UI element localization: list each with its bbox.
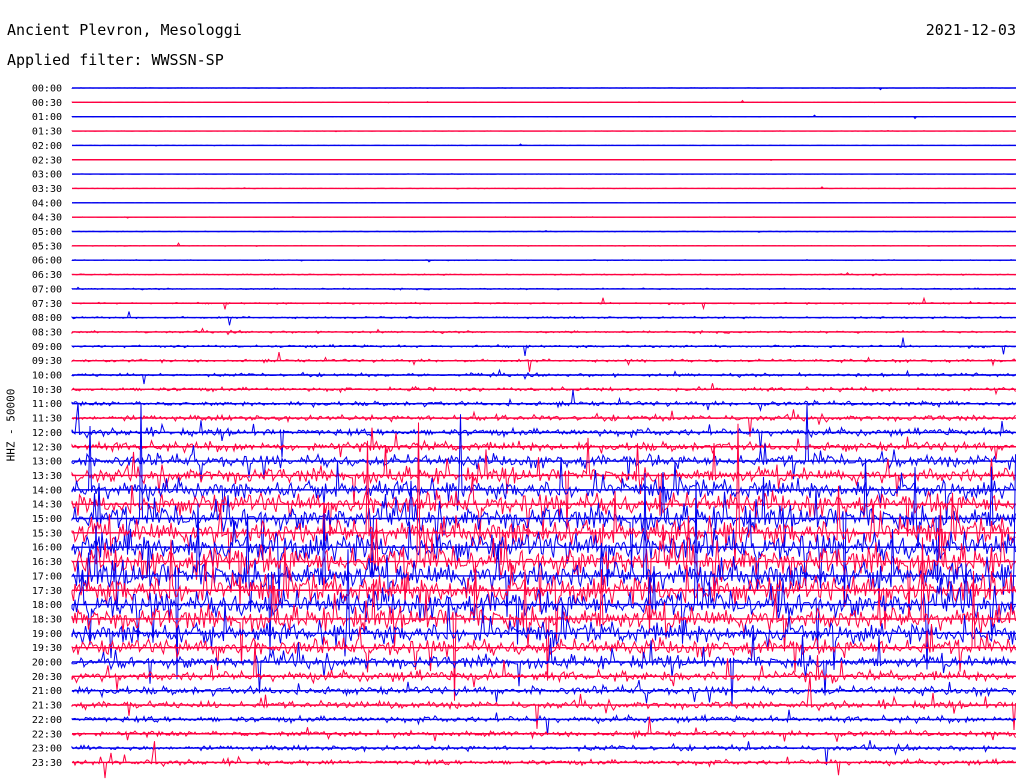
time-tick-label: 15:00 bbox=[32, 514, 62, 525]
time-tick-label: 17:30 bbox=[32, 586, 62, 597]
seismic-trace bbox=[71, 216, 1016, 219]
time-tick-label: 08:30 bbox=[32, 327, 62, 338]
time-tick-label: 01:30 bbox=[32, 127, 62, 138]
time-tick-label: 14:30 bbox=[32, 500, 62, 511]
time-tick-label: 21:30 bbox=[32, 701, 62, 712]
time-tick-label: 07:00 bbox=[32, 284, 62, 295]
seismic-trace bbox=[71, 403, 1016, 480]
time-tick-label: 20:00 bbox=[32, 658, 62, 669]
time-tick-label: 22:00 bbox=[32, 715, 62, 726]
time-tick-label: 09:00 bbox=[32, 342, 62, 353]
time-tick-label: 00:00 bbox=[32, 84, 62, 95]
time-tick-label: 12:00 bbox=[32, 428, 62, 439]
time-tick-label: 17:00 bbox=[32, 571, 62, 582]
time-tick-label: 13:30 bbox=[32, 471, 62, 482]
time-tick-label: 23:30 bbox=[32, 758, 62, 769]
time-tick-label: 19:00 bbox=[32, 629, 62, 640]
time-tick-label: 04:30 bbox=[32, 213, 62, 224]
time-tick-label: 05:00 bbox=[32, 227, 62, 238]
time-tick-label: 18:30 bbox=[32, 614, 62, 625]
time-tick-label: 02:00 bbox=[32, 141, 62, 152]
seismic-trace bbox=[71, 675, 1016, 731]
seismic-trace bbox=[71, 242, 1016, 247]
time-tick-label: 15:30 bbox=[32, 528, 62, 539]
time-tick-label: 22:30 bbox=[32, 729, 62, 740]
time-tick-labels: 00:00 00:30 01:00 01:30 02:00 02:30 03:00 03:30… bbox=[32, 84, 62, 769]
time-tick-label: 09:30 bbox=[32, 356, 62, 367]
time-tick-label: 05:30 bbox=[32, 241, 62, 252]
seismic-trace bbox=[71, 173, 1016, 175]
seismic-trace bbox=[71, 389, 1016, 412]
time-tick-label: 06:30 bbox=[32, 270, 62, 281]
seismic-trace bbox=[71, 709, 1016, 735]
time-tick-label: 16:30 bbox=[32, 557, 62, 568]
time-tick-label: 11:00 bbox=[32, 399, 62, 410]
time-tick-label: 00:30 bbox=[32, 98, 62, 109]
seismic-trace bbox=[71, 402, 1016, 458]
helicorder-plot: 00:00 00:30 01:00 01:30 02:00 02:30 03:00 03:30… bbox=[32, 84, 1016, 779]
time-tick-label: 19:30 bbox=[32, 643, 62, 654]
time-tick-label: 20:30 bbox=[32, 672, 62, 683]
time-tick-label: 13:00 bbox=[32, 457, 62, 468]
time-tick-label: 11:30 bbox=[32, 414, 62, 425]
time-tick-label: 07:30 bbox=[32, 299, 62, 310]
time-tick-label: 14:00 bbox=[32, 485, 62, 496]
time-tick-label: 18:00 bbox=[32, 600, 62, 611]
time-tick-label: 02:30 bbox=[32, 155, 62, 166]
time-tick-label: 06:00 bbox=[32, 256, 62, 267]
time-tick-label: 16:00 bbox=[32, 543, 62, 554]
time-tick-label: 03:00 bbox=[32, 170, 62, 181]
time-tick-label: 21:00 bbox=[32, 686, 62, 697]
time-tick-label: 10:30 bbox=[32, 385, 62, 396]
time-tick-label: 04:00 bbox=[32, 198, 62, 209]
seismic-trace bbox=[71, 114, 1016, 120]
time-tick-label: 10:00 bbox=[32, 371, 62, 382]
time-tick-label: 12:30 bbox=[32, 442, 62, 453]
seismic-trace bbox=[71, 201, 1016, 204]
time-tick-label: 23:00 bbox=[32, 744, 62, 755]
seismic-trace bbox=[71, 383, 1016, 396]
time-tick-label: 01:00 bbox=[32, 112, 62, 123]
seismic-trace bbox=[71, 311, 1016, 326]
time-tick-label: 08:00 bbox=[32, 313, 62, 324]
seismic-trace bbox=[71, 368, 1016, 385]
seismic-trace bbox=[71, 679, 1016, 704]
seismic-trace bbox=[71, 99, 1016, 104]
seismic-trace bbox=[71, 352, 1016, 372]
trace-layer bbox=[71, 87, 1016, 779]
time-tick-label: 03:30 bbox=[32, 184, 62, 195]
